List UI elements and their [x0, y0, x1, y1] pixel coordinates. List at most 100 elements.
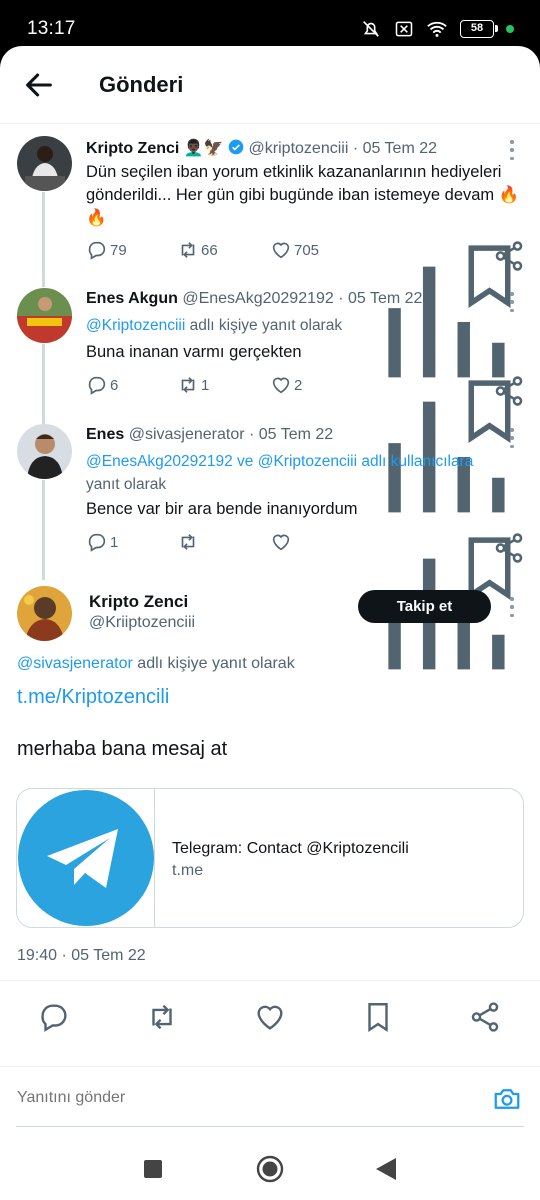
bookmark-icon[interactable] — [361, 1000, 395, 1034]
retweet-icon — [181, 377, 195, 393]
status-icons: 58 — [360, 18, 514, 40]
retweet-icon[interactable] — [145, 1000, 179, 1034]
reply-button[interactable]: 79 — [86, 239, 127, 261]
mention-link[interactable]: @Kriptozenciii — [86, 317, 185, 334]
retweet-icon — [181, 534, 195, 550]
author-name[interactable]: Kripto Zenci — [89, 592, 188, 612]
like-button[interactable] — [270, 531, 292, 553]
divider — [0, 1066, 540, 1067]
author-name[interactable]: Enes Akgun — [86, 290, 178, 307]
reply-icon — [88, 533, 106, 552]
share-icon[interactable] — [492, 239, 526, 273]
replying-to: @sivasjenerator adlı kişiye yanıt olarak — [17, 655, 295, 672]
back-arrow-icon[interactable] — [22, 68, 56, 102]
link-card[interactable]: Telegram: Contact @Kriptozencili t.me — [16, 788, 524, 928]
share-icon[interactable] — [468, 1000, 502, 1034]
heart-icon[interactable] — [253, 1000, 287, 1034]
tweet-header: Kripto Zenci 👨🏿‍🦱🦅 @kriptozenciii · 05 T… — [86, 138, 437, 158]
camera-icon[interactable] — [492, 1084, 522, 1114]
heart-icon — [272, 242, 290, 259]
reply-count: 79 — [110, 241, 127, 259]
tweet-date: · 05 Tem 22 — [352, 140, 438, 157]
sim-off-icon — [395, 21, 413, 37]
like-button[interactable]: 2 — [270, 374, 302, 396]
tweet-actions: 79 66 705 — [86, 239, 526, 378]
retweet-count: 1 — [201, 376, 210, 394]
retweet-icon — [181, 242, 195, 258]
battery-icon: 58 — [460, 20, 498, 38]
avatar[interactable] — [17, 586, 72, 641]
mention-link[interactable]: @EnesAkg20292192 — [86, 453, 233, 470]
name-emoji: 👨🏿‍🦱🦅 — [183, 140, 224, 157]
reply-icon — [88, 376, 106, 395]
recents-icon[interactable] — [142, 1158, 164, 1180]
author-name[interactable]: Kripto Zenci — [86, 140, 179, 157]
card-image — [17, 789, 155, 927]
divider — [0, 980, 540, 981]
author-handle[interactable]: @Kriiptozenciii — [89, 614, 195, 632]
back-icon[interactable] — [374, 1156, 398, 1182]
tweet-header: Enes @sivasjenerator · 05 Tem 22 — [86, 426, 333, 444]
card-domain: t.me — [172, 862, 204, 879]
retweet-button[interactable]: 66 — [177, 239, 218, 261]
reply-icon[interactable] — [37, 1000, 71, 1034]
author-handle[interactable]: @EnesAkg20292192 — [182, 290, 333, 307]
mention-link[interactable]: @sivasjenerator — [17, 655, 133, 672]
retweet-button[interactable] — [177, 531, 199, 553]
tweet-text: Bence var bir ara bende inanıyordum — [86, 500, 358, 518]
wifi-icon — [427, 21, 447, 37]
tweet-link[interactable]: t.me/Kriptozencili — [17, 686, 169, 709]
heart-icon — [272, 377, 290, 394]
reply-button[interactable]: 1 — [86, 531, 118, 553]
card-title: Telegram: Contact @Kriptozencili — [172, 840, 409, 857]
reply-count: 1 — [110, 533, 119, 551]
page-title: Gönderi — [99, 72, 184, 97]
more-options-icon[interactable] — [510, 428, 516, 448]
tweet-header: Enes Akgun @EnesAkg20292192 · 05 Tem 22 — [86, 290, 422, 308]
reply-icon — [88, 241, 106, 260]
share-icon[interactable] — [492, 374, 526, 408]
app-bar: Gönderi — [0, 46, 540, 124]
app-screen: Gönderi Kripto Zenci 👨🏿‍🦱🦅 @kriptozencii… — [0, 46, 540, 1200]
home-icon[interactable] — [255, 1154, 285, 1184]
follow-button[interactable]: Takip et — [358, 590, 491, 623]
thread-line — [42, 344, 45, 424]
author-handle[interactable]: @kriptozenciii — [249, 140, 349, 157]
avatar[interactable] — [17, 424, 72, 479]
verified-badge-icon — [228, 139, 244, 155]
tweet-text: Dün seçilen iban yorum etkinlik kazananl… — [86, 163, 520, 227]
tweet-text: Buna inanan varmı gerçekten — [86, 343, 302, 361]
author-name[interactable]: Enes — [86, 426, 124, 443]
replying-to: @Kriptozenciii adlı kişiye yanıt olarak — [86, 317, 343, 334]
privacy-dot — [506, 25, 514, 33]
avatar[interactable] — [17, 136, 72, 191]
tweet-text: merhaba bana mesaj at — [17, 738, 228, 760]
more-options-icon[interactable] — [510, 597, 516, 617]
reply-count: 6 — [110, 376, 119, 394]
tweet-date: · 05 Tem 22 — [338, 290, 423, 307]
retweet-count: 66 — [201, 241, 218, 259]
tweet-timestamp: 19:40 · 05 Tem 22 — [17, 947, 146, 964]
thread-line — [42, 192, 45, 287]
thread-line — [42, 480, 45, 580]
heart-icon — [272, 534, 290, 551]
replying-to: @EnesAkg20292192 ve @Kriptozenciii adlı … — [86, 453, 474, 493]
mute-icon — [363, 21, 379, 37]
like-button[interactable]: 705 — [270, 239, 319, 261]
reply-input[interactable] — [17, 1089, 457, 1107]
like-count: 2 — [294, 376, 303, 394]
status-time: 13:17 — [27, 18, 76, 39]
more-options-icon[interactable] — [510, 140, 516, 160]
system-nav-bar — [0, 1136, 540, 1200]
share-icon[interactable] — [492, 531, 526, 565]
tweet-date: · 05 Tem 22 — [249, 426, 334, 443]
retweet-button[interactable]: 1 — [177, 374, 209, 396]
more-options-icon[interactable] — [510, 292, 516, 312]
tweet-actions: 1 — [86, 531, 526, 670]
reply-button[interactable]: 6 — [86, 374, 118, 396]
author-handle[interactable]: @sivasjenerator — [129, 426, 245, 443]
divider — [16, 1126, 524, 1127]
mention-link[interactable]: @Kriptozenciii — [258, 453, 357, 470]
avatar[interactable] — [17, 288, 72, 343]
like-count: 705 — [294, 241, 320, 259]
